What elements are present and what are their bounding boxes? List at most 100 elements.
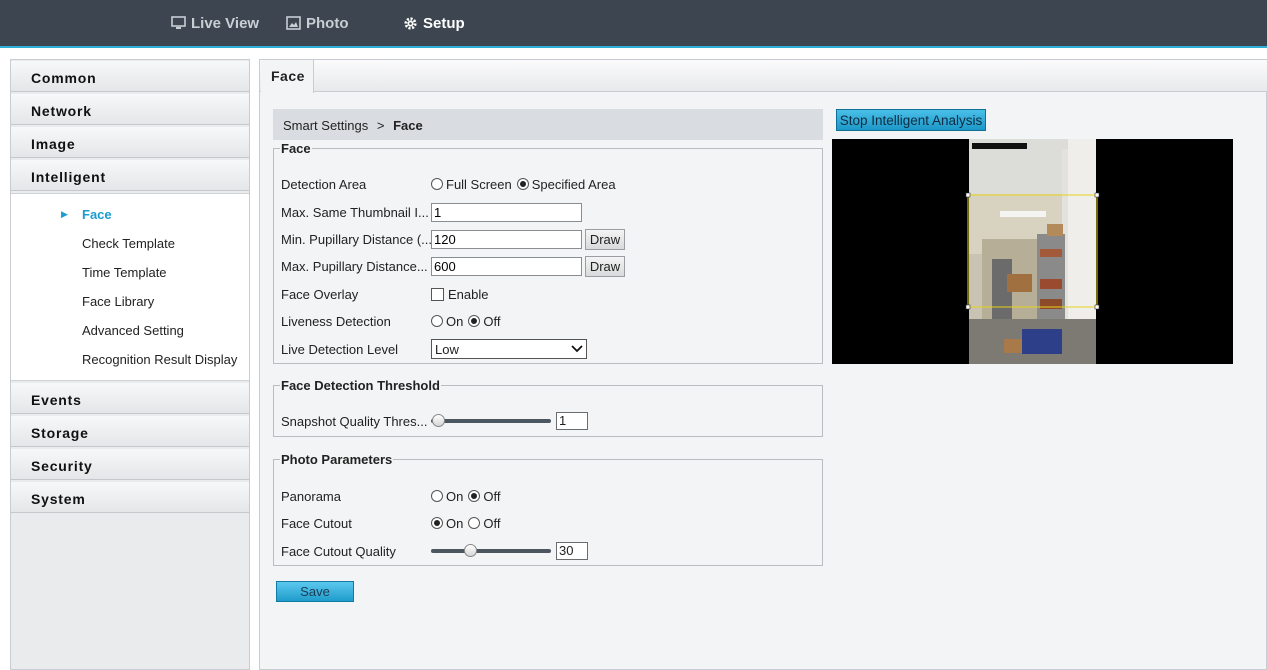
monitor-icon (171, 16, 186, 29)
radio-indicator (431, 490, 443, 502)
panorama-on-radio[interactable]: On (431, 489, 463, 504)
face-overlay-label: Face Overlay (281, 286, 359, 302)
detection-area-label: Detection Area (281, 176, 367, 192)
slider-track (431, 549, 551, 553)
slider-track (431, 419, 551, 423)
sidebar-item-security[interactable]: Security (11, 449, 249, 480)
sidebar-item-system[interactable]: System (11, 482, 249, 513)
breadcrumb-parent: Smart Settings (283, 118, 369, 133)
top-navigation-bar: Live View Photo Setup (0, 0, 1267, 48)
full-screen-label: Full Screen (446, 176, 512, 192)
sidebar: Common Network Image Intelligent ▶ Face C… (10, 59, 250, 670)
submenu-item-face[interactable]: ▶ Face (11, 200, 249, 229)
max-thumbnail-row: Max. Same Thumbnail I... (281, 201, 582, 223)
liveness-label: Liveness Detection (281, 313, 391, 329)
breadcrumb-current: Face (393, 118, 423, 133)
face-group-legend: Face (281, 141, 311, 156)
face-settings-group: Face Detection Area Full Screen Specifie… (273, 141, 823, 364)
panorama-label: Panorama (281, 488, 341, 504)
checkbox-indicator (431, 287, 444, 301)
nav-live-view-label: Live View (191, 14, 260, 32)
sidebar-item-image[interactable]: Image (11, 127, 249, 158)
panorama-row: Panorama On Off (281, 485, 505, 507)
live-level-label: Live Detection Level (281, 341, 399, 357)
breadcrumb-separator: > (376, 118, 385, 133)
nav-setup-label: Setup (423, 14, 465, 32)
sidebar-item-intelligent[interactable]: Intelligent (11, 160, 249, 191)
max-thumbnail-label: Max. Same Thumbnail I... (281, 204, 429, 220)
sidebar-item-storage[interactable]: Storage (11, 416, 249, 447)
submenu-item-face-library[interactable]: Face Library (11, 287, 249, 316)
min-pupil-row: Min. Pupillary Distance (... Draw (281, 228, 625, 250)
live-level-select[interactable]: Low (431, 339, 587, 359)
panorama-off-radio[interactable]: Off (468, 489, 500, 504)
gear-icon (404, 16, 417, 30)
chevron-down-icon (571, 345, 583, 353)
threshold-group-legend: Face Detection Threshold (281, 378, 440, 393)
cutout-quality-slider[interactable] (431, 544, 551, 558)
max-pupil-row: Max. Pupillary Distance... Draw (281, 255, 625, 277)
radio-indicator (468, 315, 481, 327)
max-pupil-label: Max. Pupillary Distance... (281, 258, 428, 274)
face-cutout-label: Face Cutout (281, 515, 352, 531)
cutout-off-radio[interactable]: Off (468, 516, 500, 531)
nav-photo[interactable]: Photo (286, 0, 349, 46)
max-pupil-input[interactable] (431, 256, 582, 276)
sidebar-item-events[interactable]: Events (11, 383, 249, 414)
snapshot-quality-value[interactable]: 1 (556, 412, 588, 430)
nav-live-view[interactable]: Live View (171, 0, 259, 46)
camera-scene-image (832, 139, 1233, 364)
off-label: Off (483, 313, 501, 329)
radio-indicator (431, 178, 443, 190)
save-button[interactable]: Save (276, 581, 354, 602)
detection-area-row: Detection Area Full Screen Specified Are… (281, 173, 621, 195)
slider-thumb[interactable] (432, 414, 445, 427)
photo-parameters-group: Photo Parameters Panorama On Off Face Cu… (273, 452, 823, 566)
snapshot-quality-slider[interactable] (431, 414, 551, 428)
submenu-item-time-template[interactable]: Time Template (11, 258, 249, 287)
face-cutout-row: Face Cutout On Off (281, 512, 505, 534)
face-overlay-checkbox[interactable]: Enable (431, 287, 488, 302)
min-pupil-draw-button[interactable]: Draw (585, 228, 625, 250)
cutout-on-radio[interactable]: On (431, 516, 463, 531)
submenu-item-recognition-result-display[interactable]: Recognition Result Display (11, 345, 249, 374)
radio-indicator (431, 315, 443, 327)
liveness-row: Liveness Detection On Off (281, 310, 505, 332)
submenu-item-advanced-setting[interactable]: Advanced Setting (11, 316, 249, 345)
radio-indicator (468, 517, 481, 529)
specified-area-radio[interactable]: Specified Area (516, 176, 616, 192)
on-label: On (446, 488, 464, 504)
cutout-quality-row: Face Cutout Quality 30 (281, 540, 588, 562)
snapshot-quality-row: Snapshot Quality Thres... 1 (281, 410, 588, 432)
specified-area-label: Specified Area (531, 176, 616, 192)
photo-group-legend: Photo Parameters (281, 452, 393, 467)
breadcrumb: Smart Settings > Face (273, 109, 823, 140)
submenu-item-check-template[interactable]: Check Template (11, 229, 249, 258)
caret-right-icon: ▶ (61, 209, 68, 219)
sidebar-item-network[interactable]: Network (11, 94, 249, 125)
snapshot-quality-label: Snapshot Quality Thres... (281, 413, 428, 429)
enable-label: Enable (448, 286, 489, 302)
live-level-row: Live Detection Level Low (281, 338, 587, 360)
max-pupil-draw-button[interactable]: Draw (585, 255, 625, 277)
full-screen-radio[interactable]: Full Screen (431, 177, 512, 192)
tab-face[interactable]: Face (261, 60, 314, 93)
on-label: On (446, 313, 464, 329)
slider-thumb[interactable] (463, 544, 477, 557)
sidebar-item-common[interactable]: Common (11, 61, 249, 92)
live-level-value: Low (435, 341, 459, 357)
min-pupil-label: Min. Pupillary Distance (... (281, 231, 431, 247)
stop-intelligent-analysis-button[interactable]: Stop Intelligent Analysis (836, 109, 986, 131)
max-thumbnail-input[interactable] (431, 202, 582, 222)
cutout-quality-value[interactable]: 30 (556, 542, 588, 560)
video-preview[interactable] (832, 139, 1233, 364)
radio-indicator (468, 490, 481, 502)
radio-indicator (431, 517, 443, 529)
min-pupil-input[interactable] (431, 229, 582, 249)
off-label: Off (483, 515, 501, 531)
liveness-on-radio[interactable]: On (431, 314, 463, 329)
liveness-off-radio[interactable]: Off (468, 314, 500, 329)
off-label: Off (483, 488, 501, 504)
nav-setup[interactable]: Setup (383, 0, 505, 48)
main-panel: Face Smart Settings > Face Face Detectio… (259, 59, 1267, 670)
